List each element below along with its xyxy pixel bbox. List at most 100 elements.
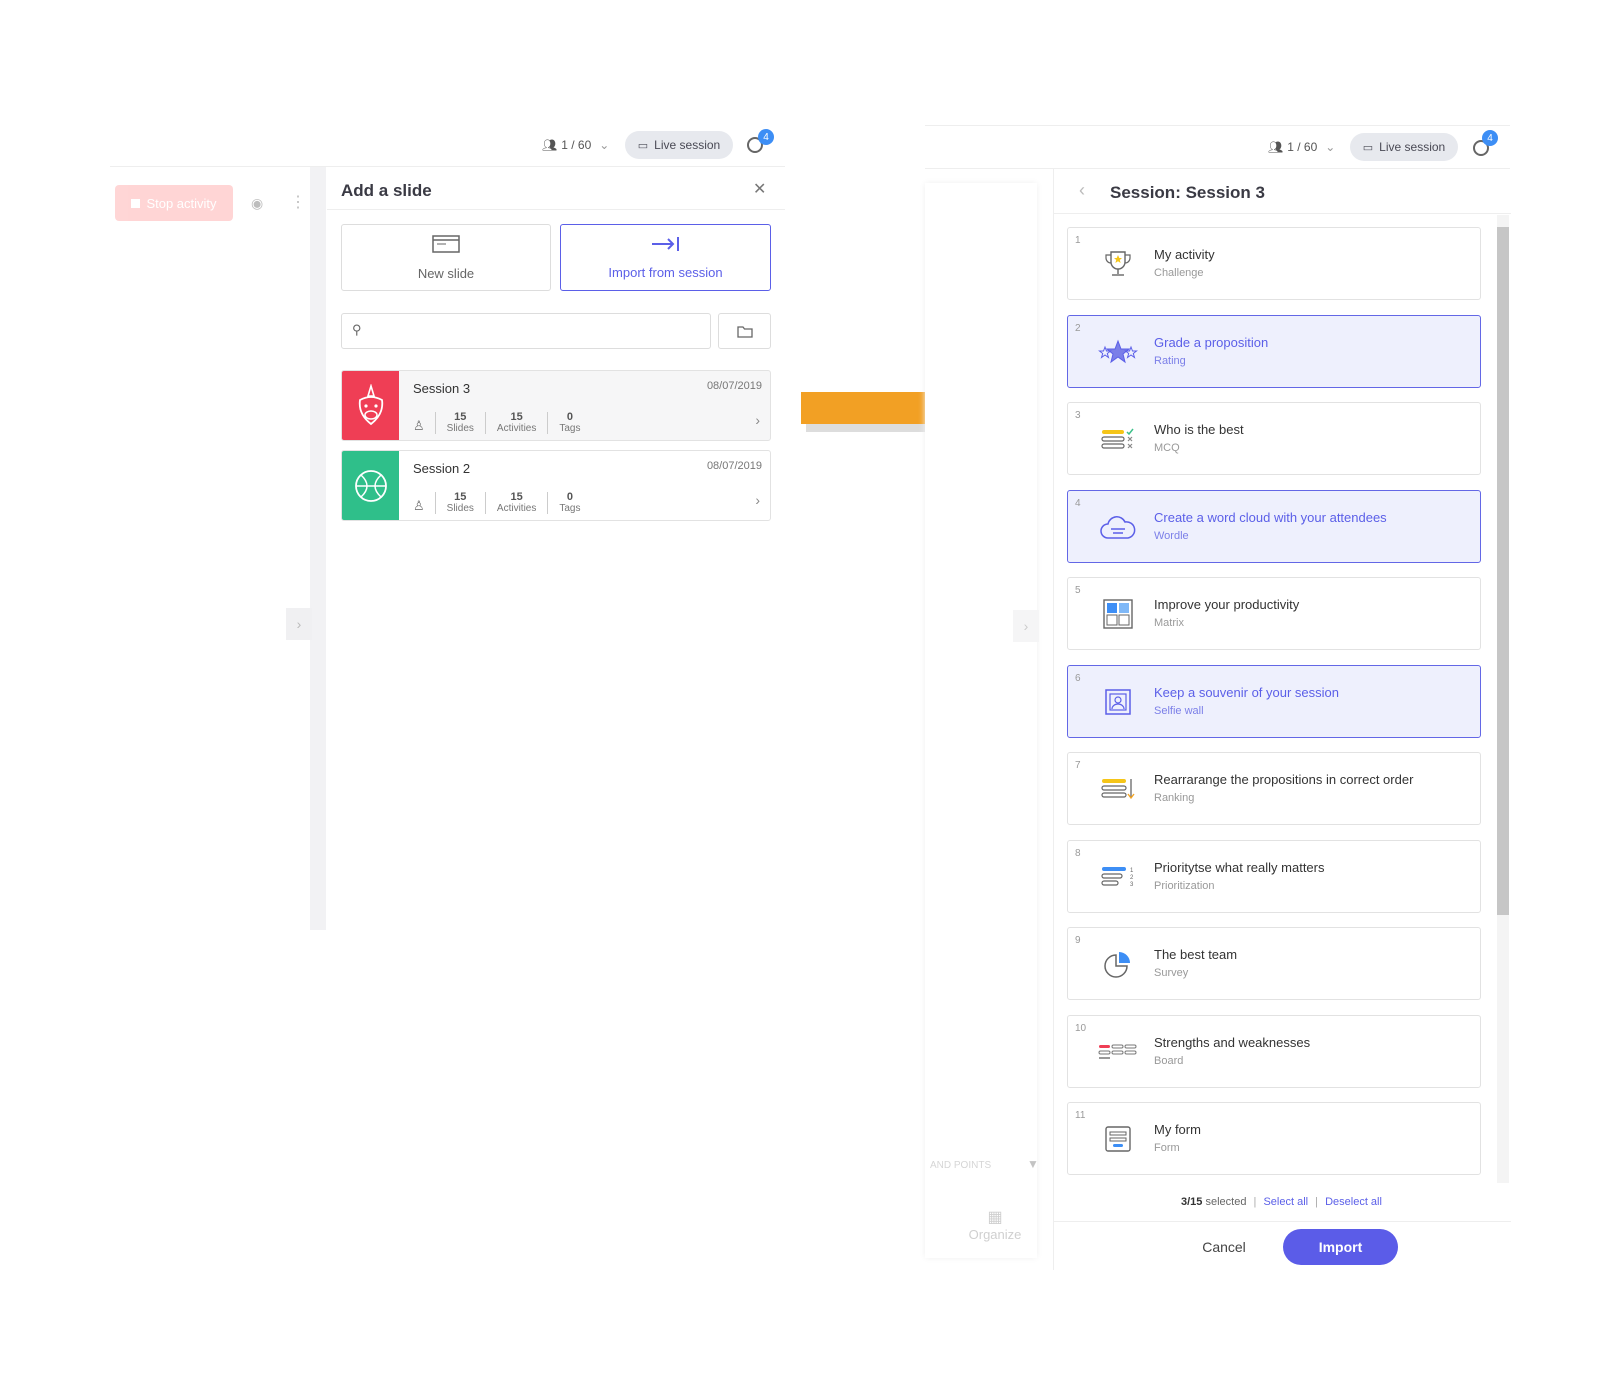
item-number: 9 xyxy=(1075,935,1081,946)
expand-tab[interactable]: › xyxy=(286,608,312,640)
item-type: Ranking xyxy=(1154,792,1195,804)
cancel-button[interactable]: Cancel xyxy=(1184,1229,1264,1265)
panel-title: Session: Session 3 xyxy=(1110,183,1265,202)
activity-item[interactable]: 4 Create a word cloud with your attendee… xyxy=(1067,490,1481,563)
help-button[interactable]: 4 xyxy=(1473,130,1498,156)
item-title: My form xyxy=(1154,1122,1201,1137)
ranking-icon xyxy=(1098,771,1138,807)
session-name: Session 2 xyxy=(413,461,471,476)
add-slide-panel: Add a slide ✕ New slide Import from sess… xyxy=(327,167,785,930)
item-title: Create a word cloud with your attendees xyxy=(1154,510,1387,525)
slide-icon xyxy=(432,234,460,256)
item-number: 4 xyxy=(1075,498,1081,509)
activity-item[interactable]: 8 123 Prioritytse what really matters Pr… xyxy=(1067,840,1481,913)
new-slide-option[interactable]: New slide xyxy=(341,224,551,291)
new-slide-label: New slide xyxy=(417,265,475,281)
selected-count: 3/15 xyxy=(1181,1196,1203,1208)
participants-count: 1 / 60 xyxy=(561,138,592,152)
prioritization-icon: 123 xyxy=(1098,859,1138,895)
footer-divider xyxy=(1054,1221,1511,1222)
svg-text:2: 2 xyxy=(1130,875,1134,881)
activity-item[interactable]: 7 Rearrarange the propositions in correc… xyxy=(1067,752,1481,825)
session-name: Session 3 xyxy=(413,381,471,396)
item-type: Form xyxy=(1154,1142,1180,1154)
back-chevron-icon[interactable]: ‹ xyxy=(1079,180,1085,201)
tags-stat: 0 Tags xyxy=(547,412,591,434)
activity-item[interactable]: 2 Grade a proposition Rating xyxy=(1067,315,1481,388)
item-title: Prioritytse what really matters xyxy=(1154,860,1325,875)
scrollbar-thumb[interactable] xyxy=(1497,227,1509,915)
separator: | xyxy=(1315,1196,1319,1208)
item-title: Keep a souvenir of your session xyxy=(1154,685,1339,700)
panel-header-divider xyxy=(1054,213,1511,214)
activity-item[interactable]: 10 Strengths and weaknesses Board xyxy=(1067,1015,1481,1088)
scrollbar-track[interactable] xyxy=(1497,215,1509,1183)
item-type: MCQ xyxy=(1154,442,1180,454)
stop-icon xyxy=(131,198,141,208)
stop-activity-button[interactable]: Stop activity xyxy=(115,185,233,221)
search-input[interactable]: ⚲ xyxy=(341,313,711,349)
stars-icon xyxy=(1098,334,1138,370)
svg-text:3: 3 xyxy=(1130,882,1134,888)
item-number: 1 xyxy=(1075,235,1081,246)
slides-stat: 15 Slides xyxy=(434,492,485,514)
live-session-button[interactable]: ▭ Live session xyxy=(625,131,733,159)
activity-item[interactable]: 1 My activity Challenge xyxy=(1067,227,1481,300)
participants-count: 1 / 60 xyxy=(1287,140,1318,154)
cloud-icon xyxy=(1098,509,1138,545)
item-number: 7 xyxy=(1075,760,1081,771)
item-title: My activity xyxy=(1154,247,1215,262)
activity-item[interactable]: 5 Improve your productivity Matrix xyxy=(1067,577,1481,650)
mcq-icon xyxy=(1098,421,1138,457)
activity-item[interactable]: 6 Keep a souvenir of your session Selfie… xyxy=(1067,665,1481,738)
select-all-link[interactable]: Select all xyxy=(1263,1196,1308,1208)
users-icon: 👥︎ xyxy=(1268,140,1284,154)
participants-counter[interactable]: 👥︎ 1 / 60 ⌄ xyxy=(542,138,609,152)
tags-stat: 0 Tags xyxy=(547,492,591,514)
participants-counter[interactable]: 👥︎ 1 / 60 ⌄ xyxy=(1268,140,1335,154)
camera-icon[interactable]: ◉ xyxy=(251,195,263,212)
import-button[interactable]: Import xyxy=(1283,1229,1398,1265)
live-session-button[interactable]: ▭ Live session xyxy=(1350,133,1458,161)
screen-icon: ▭ xyxy=(637,139,649,152)
filter-icon[interactable]: ▼ xyxy=(1027,1157,1039,1171)
left-sidebar-shadow xyxy=(310,167,326,930)
form-icon xyxy=(1098,1121,1138,1157)
separator: | xyxy=(1253,1196,1257,1208)
points-label: AND POINTS xyxy=(930,1160,992,1171)
item-number: 2 xyxy=(1075,323,1081,334)
deselect-all-link[interactable]: Deselect all xyxy=(1325,1196,1382,1208)
item-number: 3 xyxy=(1075,410,1081,421)
item-title: The best team xyxy=(1154,947,1238,962)
stop-activity-label: Stop activity xyxy=(146,195,217,211)
participant-icon: ♙ xyxy=(413,498,425,513)
session-card[interactable]: Session 2 08/07/2019 ♙ 15 Slides 15 Activi… xyxy=(341,450,771,521)
item-title: Improve your productivity xyxy=(1154,597,1300,612)
expand-tab[interactable]: › xyxy=(1013,610,1039,642)
session-date: 08/07/2019 xyxy=(706,460,762,472)
activity-item[interactable]: 3 Who is the best MCQ xyxy=(1067,402,1481,475)
more-options-icon[interactable]: ⋮ xyxy=(290,192,306,212)
item-type: Challenge xyxy=(1154,267,1204,279)
import-from-session-option[interactable]: Import from session xyxy=(560,224,771,291)
session-card[interactable]: Session 3 08/07/2019 ♙ 15 Slides 15 Activi… xyxy=(341,370,771,441)
activity-item[interactable]: 11 My form Form xyxy=(1067,1102,1481,1175)
session-stats: ♙ 15 Slides 15 Activities 0 Tags xyxy=(413,412,591,434)
organize-button[interactable]: ▦ Organize xyxy=(955,1207,1035,1242)
activity-item[interactable]: 9 The best team Survey xyxy=(1067,927,1481,1000)
chevron-down-icon: ⌄ xyxy=(599,138,610,152)
chevron-right-icon: › xyxy=(755,492,760,508)
topbar-top-divider xyxy=(925,125,1510,126)
panel-title: Add a slide xyxy=(341,181,432,200)
search-field[interactable] xyxy=(372,320,696,344)
live-session-label: Live session xyxy=(1379,140,1446,154)
session-thumbnail xyxy=(342,451,399,520)
item-number: 11 xyxy=(1075,1110,1086,1121)
folder-button[interactable] xyxy=(718,313,771,349)
help-button[interactable]: 4 xyxy=(747,129,774,153)
item-number: 8 xyxy=(1075,848,1081,859)
close-icon[interactable]: ✕ xyxy=(753,179,766,199)
session-date: 08/07/2019 xyxy=(706,380,762,392)
item-number: 5 xyxy=(1075,585,1081,596)
background-canvas xyxy=(925,183,1037,1258)
